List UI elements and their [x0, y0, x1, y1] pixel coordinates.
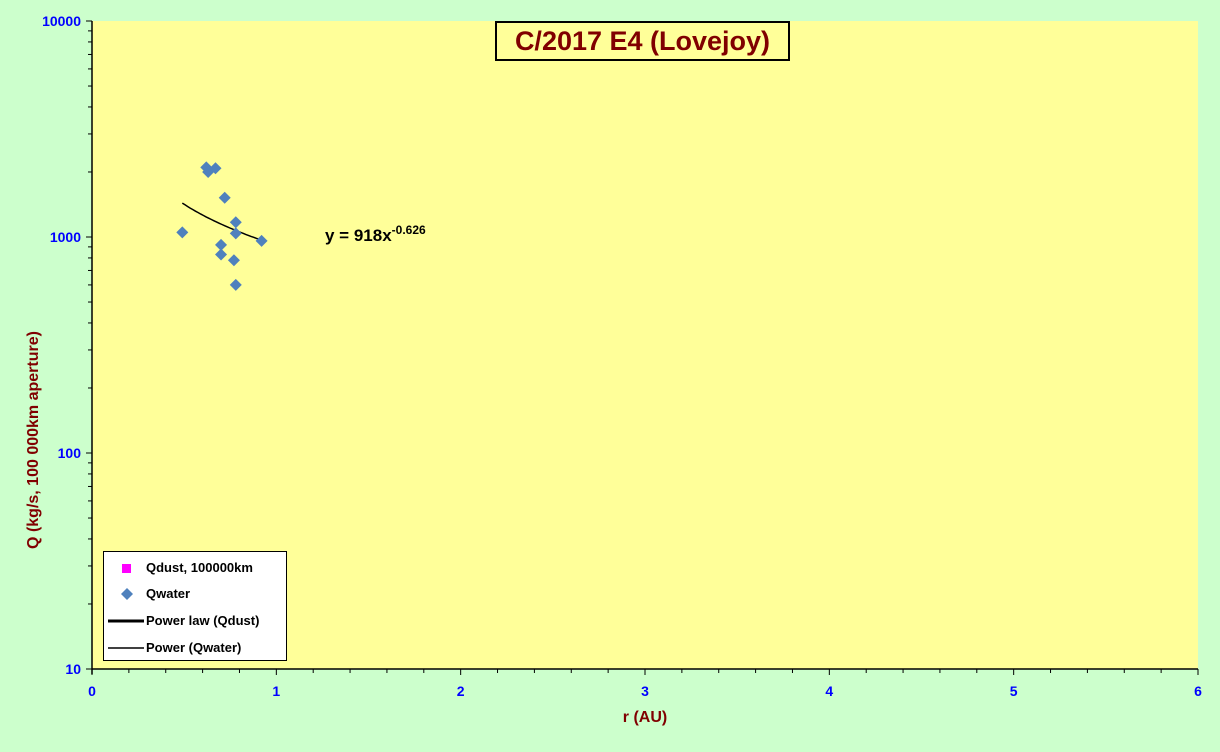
y-tick-label: 10000 — [42, 13, 81, 29]
x-ticks: 0 1 2 3 4 5 6 — [88, 669, 1202, 699]
fit-equation-base: y = 918x — [325, 226, 392, 245]
legend-item-qdust: Qdust, 100000km — [104, 558, 286, 578]
legend-label-qdust: Qdust, 100000km — [146, 560, 253, 575]
x-tick-label: 5 — [1010, 683, 1018, 699]
x-axis-title: r (AU) — [623, 709, 667, 726]
legend-label-qwater: Qwater — [146, 586, 191, 601]
y-axis-title: Q (kg/s, 100 000km aperture) — [25, 331, 42, 549]
x-tick-label: 6 — [1194, 683, 1202, 699]
x-tick-label: 2 — [457, 683, 465, 699]
legend-item-power-qwater: Power (Qwater) — [104, 638, 286, 658]
legend-thin-line — [108, 647, 144, 649]
legend-thick-line — [108, 619, 144, 623]
x-tick-label: 1 — [272, 683, 280, 699]
legend-item-power-law-qdust: Power law (Qdust) — [104, 611, 286, 631]
legend-item-qwater: Qwater — [104, 584, 286, 604]
fit-equation-exponent: -0.626 — [392, 223, 426, 237]
x-tick-label: 4 — [825, 683, 833, 699]
y-tick-label: 10 — [65, 661, 81, 677]
legend: Qdust, 100000km Qwater Power law (Qdust)… — [103, 551, 287, 661]
legend-label-power-law-qdust: Power law (Qdust) — [146, 613, 260, 628]
legend-diamond-marker — [121, 588, 133, 600]
y-tick-label: 1000 — [50, 229, 81, 245]
legend-square-marker — [122, 564, 131, 573]
y-tick-label: 100 — [58, 445, 82, 461]
x-tick-label: 3 — [641, 683, 649, 699]
y-ticks: 10 100 1000 10000 — [42, 13, 92, 677]
legend-label-power-qwater: Power (Qwater) — [146, 640, 242, 655]
x-tick-label: 0 — [88, 683, 96, 699]
chart-title: C/2017 E4 (Lovejoy) — [495, 21, 790, 61]
